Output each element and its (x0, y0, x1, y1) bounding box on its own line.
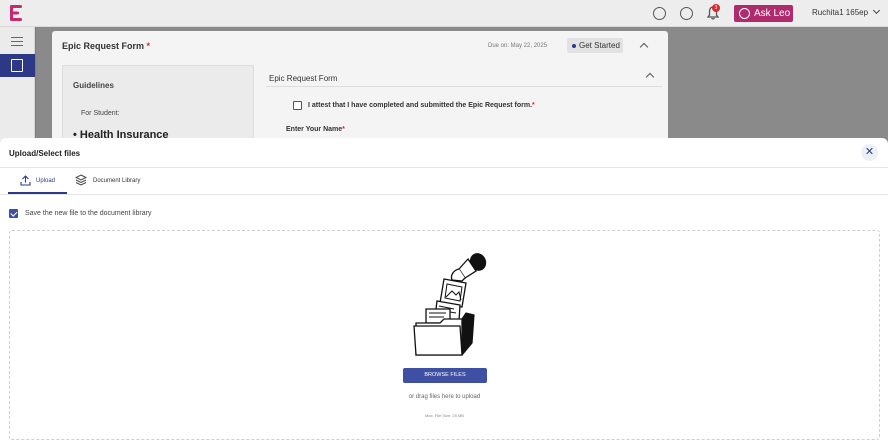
layers-icon (75, 174, 87, 186)
divider (0, 194, 888, 195)
status-badge[interactable]: Get Started (567, 38, 623, 53)
divider (0, 167, 888, 168)
notification-badge: 3 (712, 4, 720, 12)
chevron-up-icon[interactable] (645, 72, 655, 82)
file-dropzone[interactable]: BROWSE FILES or drag files here to uploa… (9, 230, 880, 440)
help-icon[interactable] (653, 7, 666, 20)
support-headset-icon[interactable] (680, 7, 693, 20)
ask-leo-label: Ask Leo (754, 8, 791, 19)
ask-leo-icon (739, 8, 750, 19)
chevron-down-icon (873, 6, 881, 15)
guidelines-for: For Student: (81, 110, 120, 117)
page-title: Epic Request Form * (62, 41, 151, 51)
chevron-up-icon[interactable] (639, 42, 649, 52)
max-file-size: Max. File Size: 25 MB (425, 413, 464, 418)
name-field-label: Enter Your Name* (286, 126, 345, 133)
close-button[interactable]: ✕ (861, 144, 878, 161)
tab-upload[interactable]: Upload (8, 175, 67, 194)
user-menu[interactable]: Ruchita1 165ep (812, 6, 881, 17)
hamburger-icon[interactable] (11, 37, 23, 46)
attest-label: I attest that I have completed and submi… (308, 102, 535, 109)
close-icon: ✕ (864, 146, 875, 158)
form-edit-icon (11, 59, 23, 72)
form-section-header[interactable]: Epic Request Form (266, 65, 662, 87)
folder-upload-illustration (413, 253, 487, 356)
ask-leo-button[interactable]: Ask Leo (734, 5, 793, 22)
drag-hint: or drag files here to upload (408, 394, 481, 400)
tab-document-library-label: Document Library (93, 178, 141, 184)
upload-modal: Upload/Select files ✕ Upload Document Li… (0, 138, 888, 447)
form-section-title: Epic Request Form (269, 74, 338, 83)
top-bar: 3 Ask Leo Ruchita1 165ep (0, 0, 888, 27)
tab-upload-label: Upload (36, 178, 56, 184)
brand-logo-icon[interactable] (7, 4, 25, 22)
due-date: Due on: May 22, 2025 (488, 43, 548, 49)
upload-icon (20, 175, 31, 186)
save-to-library-checkbox[interactable] (9, 209, 18, 218)
guidelines-title: Guidelines (73, 81, 114, 90)
attest-checkbox[interactable] (293, 101, 302, 110)
browse-files-button[interactable]: BROWSE FILES (403, 368, 487, 383)
modal-title: Upload/Select files (9, 149, 81, 158)
tab-document-library[interactable]: Document Library (75, 174, 155, 194)
user-name: Ruchita1 165ep (812, 8, 869, 17)
sidebar-item-forms[interactable] (0, 54, 35, 77)
save-to-library-label: Save the new file to the document librar… (25, 210, 152, 217)
